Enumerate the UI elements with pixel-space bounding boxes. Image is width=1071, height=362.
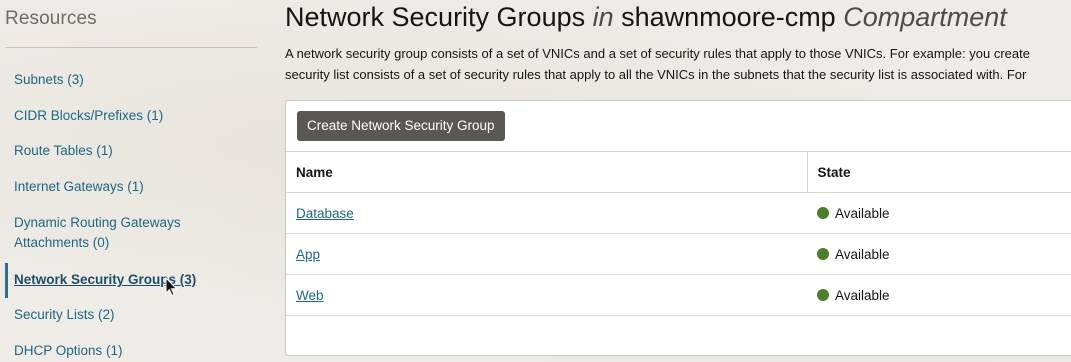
main-content: Network Security Groups in shawnmoore-cm…: [285, 0, 1071, 362]
create-nsg-button[interactable]: Create Network Security Group: [297, 111, 505, 141]
title-in: in: [592, 2, 614, 32]
title-compartment-name: shawnmoore-cmp: [613, 2, 844, 32]
title-compartment-word: Compartment: [843, 2, 1007, 32]
row-state-cell: Available: [807, 274, 1071, 316]
nsg-table: Name State Database Available App Availa…: [286, 151, 1071, 316]
sidebar-title: Resources: [5, 8, 97, 29]
table-row: Web Available: [286, 274, 1071, 316]
row-name-cell: App: [286, 233, 807, 275]
row-name-cell: Web: [286, 274, 807, 316]
table-header-row: Name State: [286, 151, 1071, 193]
description-line-2: security list consists of a set of secur…: [285, 67, 1027, 82]
available-status-dot-icon: [817, 206, 829, 219]
sidebar-item-cidr-blocks[interactable]: CIDR Blocks/Prefixes (1): [14, 106, 163, 126]
resources-sidebar: Resources Subnets (3) CIDR Blocks/Prefix…: [0, 0, 262, 362]
nsg-link-app[interactable]: App: [296, 247, 320, 262]
row-state-cell: Available: [807, 233, 1071, 275]
sidebar-divider: [5, 47, 257, 48]
description-line-1: A network security group consists of a s…: [285, 46, 1030, 61]
column-header-state[interactable]: State: [807, 151, 1071, 193]
nsg-link-database[interactable]: Database: [296, 206, 354, 221]
available-status-dot-icon: [817, 288, 829, 301]
sidebar-item-drg-attachments[interactable]: Dynamic Routing Gateways: [14, 213, 181, 233]
sidebar-item-internet-gateways[interactable]: Internet Gateways (1): [14, 177, 144, 197]
nsg-list-panel: Create Network Security Group Name State…: [285, 100, 1071, 356]
nsg-link-web[interactable]: Web: [296, 288, 324, 303]
state-label: Available: [835, 287, 890, 303]
state-label: Available: [835, 246, 890, 262]
sidebar-item-route-tables[interactable]: Route Tables (1): [14, 141, 113, 161]
sidebar-item-security-lists[interactable]: Security Lists (2): [14, 305, 115, 325]
available-status-dot-icon: [817, 247, 829, 260]
sidebar-item-dhcp-options[interactable]: DHCP Options (1): [14, 341, 123, 361]
sidebar-item-drg-attachments-count[interactable]: Attachments (0): [14, 233, 109, 253]
sidebar-item-subnets[interactable]: Subnets (3): [14, 70, 84, 90]
table-row: App Available: [286, 233, 1071, 275]
table-row: Database Available: [286, 192, 1071, 234]
row-name-cell: Database: [286, 192, 807, 234]
page-description: A network security group consists of a s…: [285, 43, 1071, 85]
state-label: Available: [835, 205, 890, 221]
page-title: Network Security Groups in shawnmoore-cm…: [285, 2, 1007, 33]
column-header-name[interactable]: Name: [286, 151, 808, 193]
row-state-cell: Available: [807, 192, 1071, 234]
mouse-pointer-icon: [165, 277, 178, 297]
active-indicator: [5, 263, 8, 298]
title-part1: Network Security Groups: [285, 2, 593, 32]
